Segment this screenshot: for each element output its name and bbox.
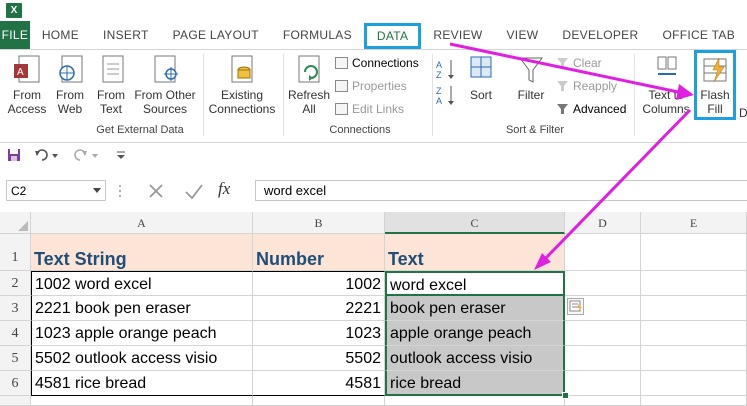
arrow-data-to-flash-fill: [449, 42, 684, 95]
annotation-arrows: [449, 42, 694, 270]
arrowhead-flash-fill: [676, 84, 694, 100]
arrow-flash-fill-to-cell: [540, 108, 692, 264]
